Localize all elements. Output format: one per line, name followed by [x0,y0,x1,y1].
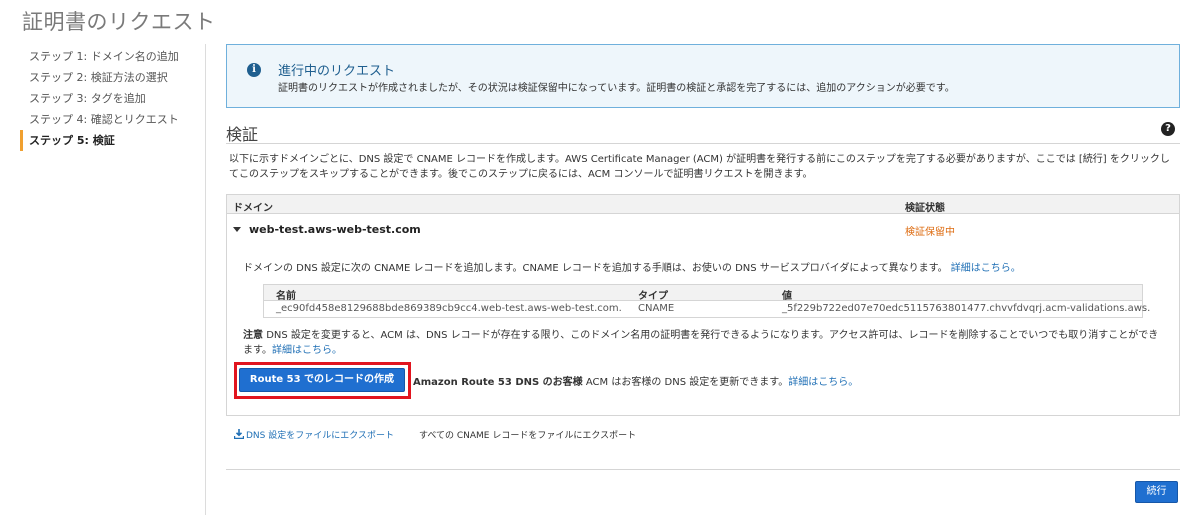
domain-row[interactable]: web-test.aws-web-test.com 検証保留中 [227,215,1179,243]
route53-text: ACM はお客様の DNS 設定を更新できます。 [585,377,789,388]
step-5-current: ステップ 5: 検証 [20,130,200,151]
download-icon [234,429,244,439]
dns-note: 注意 DNS 設定を変更すると、ACM は、DNS レコードが存在する限り、この… [243,328,1168,358]
help-icon[interactable]: ? [1161,122,1175,136]
step-2-link[interactable]: ステップ 2: 検証方法の選択 [20,67,200,88]
info-text: 証明書のリクエストが作成されましたが、その状況は検証保留中になっています。証明書… [278,83,955,94]
domain-table: ドメイン 検証状態 web-test.aws-web-test.com 検証保留… [226,194,1180,416]
step-4-link[interactable]: ステップ 4: 確認とリクエスト [20,109,200,130]
record-row: _ec90fd458e8129688bde869389cb9cc4.web-te… [264,301,1150,317]
section-divider [226,143,1180,144]
cname-record-table: 名前 タイプ 値 _ec90fd458e8129688bde869389cb9c… [263,284,1150,318]
step-1-link[interactable]: ステップ 1: ドメイン名の追加 [20,46,200,67]
record-name[interactable]: _ec90fd458e8129688bde869389cb9cc4.web-te… [276,303,622,314]
record-type-header: タイプ [638,291,668,302]
note-details-link[interactable]: 詳細はこちら。 [272,345,342,356]
record-value[interactable]: _5f229b722ed07e70edc5115763801477.chvvfd… [782,303,1150,314]
info-title: 進行中のリクエスト [278,64,396,79]
info-icon: i [247,63,261,77]
note-label: 注意 [243,330,263,341]
status-column-header: 検証状態 [905,203,945,214]
section-description: 以下に示すドメインごとに、DNS 設定で CNAME レコードを作成します。AW… [229,154,1170,180]
record-type: CNAME [638,303,675,314]
record-name-header: 名前 [276,291,296,302]
page-title: 証明書のリクエスト [22,10,216,34]
wizard-steps: ステップ 1: ドメイン名の追加 ステップ 2: 検証方法の選択 ステップ 3:… [20,46,200,151]
domain-column-header: ドメイン [233,203,273,214]
route53-note: Amazon Route 53 DNS のお客様 ACM はお客様の DNS 設… [413,373,858,388]
section-title: 検証 [226,125,259,144]
validation-status: 検証保留中 [905,227,955,238]
domain-name: web-test.aws-web-test.com [249,223,421,236]
export-description: すべての CNAME レコードをファイルにエクスポート [419,431,637,441]
export-dns-link[interactable]: DNS 設定をファイルにエクスポート [234,428,394,441]
domain-table-header: ドメイン 検証状態 [227,195,1179,214]
create-route53-record-button[interactable]: Route 53 でのレコードの作成 [239,368,405,392]
route53-details-link[interactable]: 詳細はこちら。 [788,377,858,388]
sidebar-divider [205,44,206,515]
caret-down-icon[interactable] [233,227,241,232]
route53-customer-label: Amazon Route 53 DNS のお客様 [413,377,583,388]
record-value-header: 値 [782,291,792,302]
add-cname-text: ドメインの DNS 設定に次の CNAME レコードを追加します。CNAME レ… [243,263,948,274]
footer-divider [226,469,1180,470]
add-cname-instructions: ドメインの DNS 設定に次の CNAME レコードを追加します。CNAME レ… [243,259,1021,274]
info-alert: i 進行中のリクエスト 証明書のリクエストが作成されましたが、その状況は検証保留… [226,44,1180,108]
note-text: DNS 設定を変更すると、ACM は、DNS レコードが存在する限り、このドメイ… [243,330,1159,356]
step-3-link[interactable]: ステップ 3: タグを追加 [20,88,200,109]
export-dns-label: DNS 設定をファイルにエクスポート [246,431,394,441]
continue-button[interactable]: 続行 [1135,481,1178,503]
add-cname-details-link[interactable]: 詳細はこちら。 [951,263,1021,274]
record-table-header: 名前 タイプ 値 [264,285,1142,302]
